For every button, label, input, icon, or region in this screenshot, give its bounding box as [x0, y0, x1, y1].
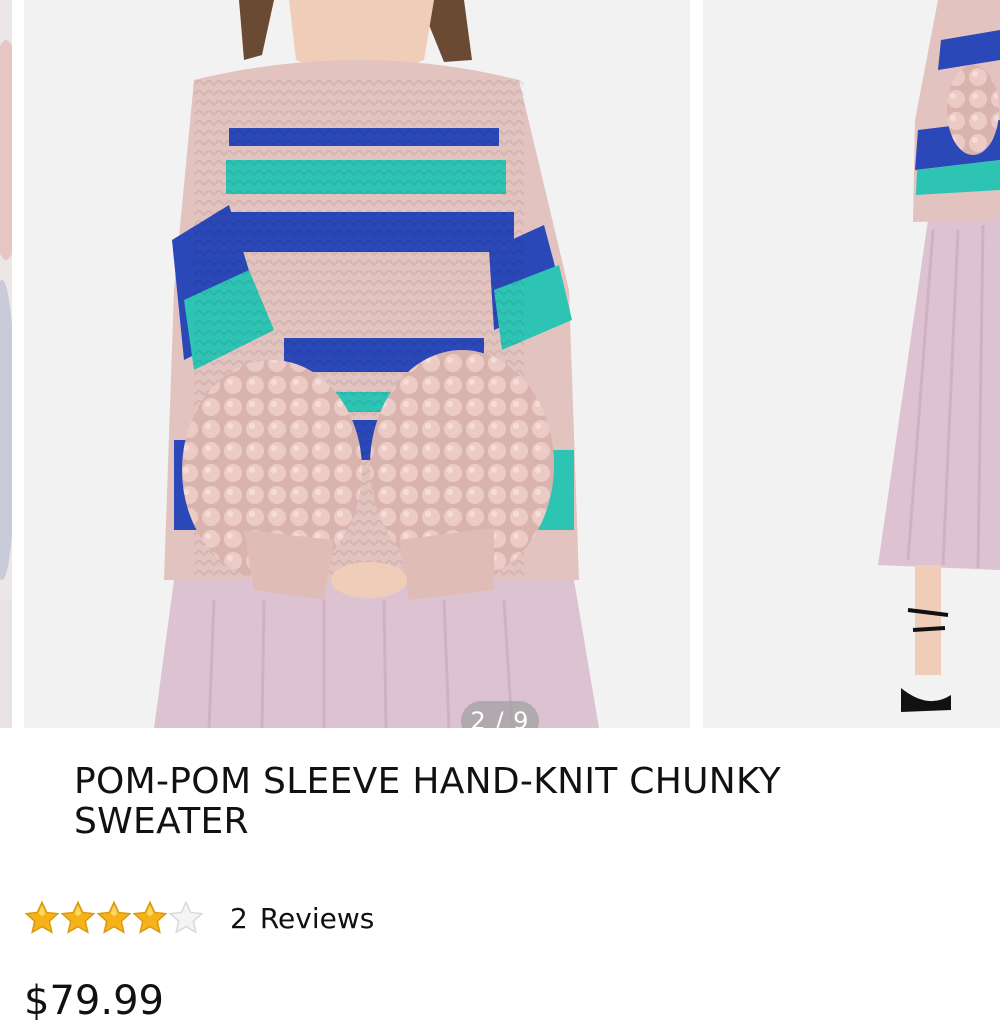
star-rating: [24, 900, 204, 936]
gallery-previous-image[interactable]: [0, 0, 12, 728]
reviews-count: 2: [230, 901, 248, 935]
image-counter-text: 2 / 9: [470, 707, 530, 728]
image-counter-badge: 2 / 9: [461, 701, 539, 728]
reviews-label: Reviews: [259, 901, 375, 935]
product-price: $79.99: [24, 978, 164, 1024]
product-image-gallery[interactable]: 2 / 9: [0, 0, 1000, 728]
reviews-link[interactable]: 2 Reviews: [230, 902, 374, 935]
star-filled-icon: [132, 900, 168, 934]
star-filled-icon: [96, 900, 132, 934]
product-title: POM-POM SLEEVE HAND-KNIT CHUNKY SWEATER: [74, 761, 781, 842]
star-empty-icon: [168, 900, 204, 934]
star-filled-icon: [24, 900, 60, 934]
star-filled-icon: [60, 900, 96, 934]
gallery-current-image[interactable]: [24, 0, 690, 728]
gallery-next-image[interactable]: [703, 0, 1000, 728]
rating-row: 2 Reviews: [24, 896, 374, 940]
